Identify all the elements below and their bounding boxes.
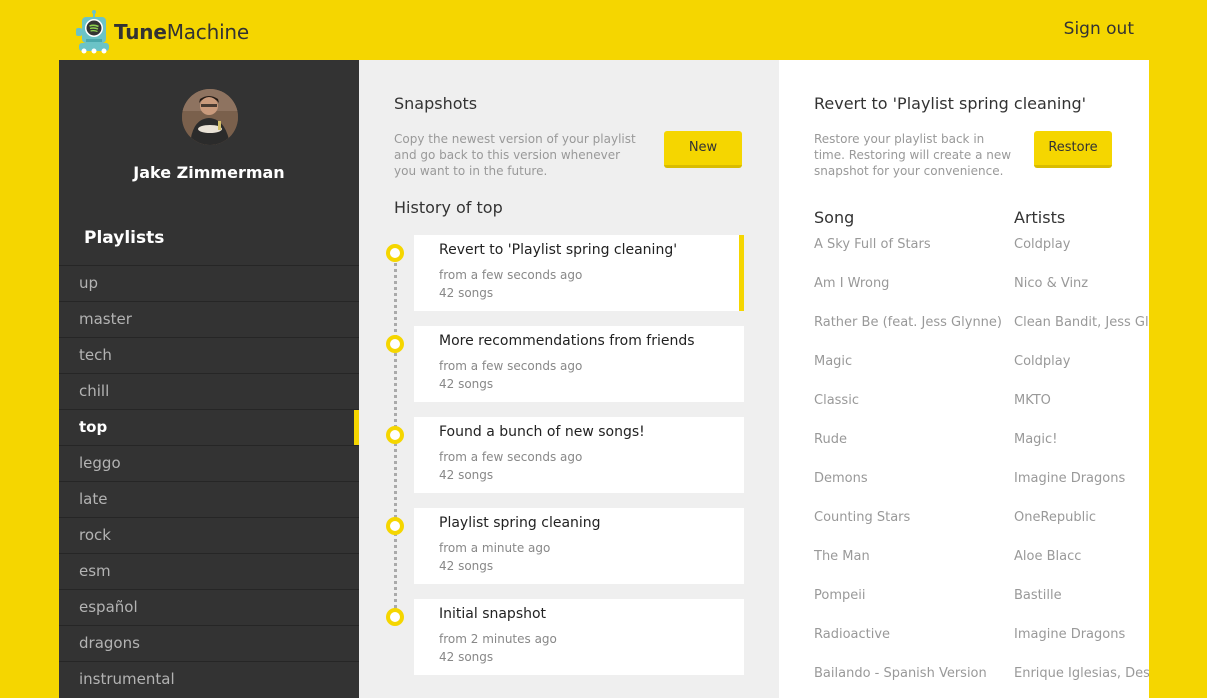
sidebar-item-esm[interactable]: esm	[59, 553, 359, 589]
snapshots-heading: Snapshots	[394, 94, 478, 113]
history-item: Playlist spring cleaning from a minute a…	[359, 508, 779, 584]
history-item: Revert to 'Playlist spring cleaning' fro…	[359, 235, 779, 311]
top-bar: TuneMachine Sign out	[0, 0, 1207, 60]
sidebar-item-late[interactable]: late	[59, 481, 359, 517]
revert-description: Restore your playlist back in time. Rest…	[814, 132, 1012, 178]
track-song: Bailando - Spanish Version	[814, 666, 987, 681]
timeline-dot-icon	[386, 608, 404, 626]
snapshot-card[interactable]: Playlist spring cleaning from a minute a…	[414, 508, 744, 584]
history-heading: History of top	[394, 198, 503, 217]
snapshot-time: from a few seconds ago	[439, 268, 583, 282]
track-song: Rather Be (feat. Jess Glynne)	[814, 315, 1002, 330]
snapshot-title: Initial snapshot	[439, 606, 547, 622]
snapshot-title: Playlist spring cleaning	[439, 515, 601, 531]
snapshot-time: from a few seconds ago	[439, 450, 583, 464]
timeline-dot-icon	[386, 517, 404, 535]
track-song: A Sky Full of Stars	[814, 237, 931, 252]
track-artist: Enrique Iglesias, Descemer Bueno	[1014, 666, 1149, 681]
snapshots-panel: Snapshots Copy the newest version of you…	[359, 60, 779, 698]
robot-logo-icon	[76, 10, 109, 54]
track-song: Demons	[814, 471, 868, 486]
snapshot-title: Revert to 'Playlist spring cleaning'	[439, 242, 678, 258]
track-song: Radioactive	[814, 627, 891, 642]
track-artist: Bastille	[1014, 588, 1062, 603]
snapshot-card[interactable]: Found a bunch of new songs! from a few s…	[414, 417, 744, 493]
history-item: Found a bunch of new songs! from a few s…	[359, 417, 779, 493]
track-artist: Clean Bandit, Jess Glynne	[1014, 315, 1149, 330]
playlists-heading: Playlists	[84, 228, 165, 248]
snapshot-song-count: 42 songs	[439, 559, 494, 573]
snapshot-title: Found a bunch of new songs!	[439, 424, 645, 440]
sidebar-item-rock[interactable]: rock	[59, 517, 359, 553]
restore-button[interactable]: Restore	[1034, 131, 1112, 168]
timeline-dot-icon	[386, 244, 404, 262]
sidebar-item-master[interactable]: master	[59, 301, 359, 337]
avatar	[182, 89, 238, 145]
track-song: The Man	[814, 549, 870, 564]
snapshot-card[interactable]: More recommendations from friends from a…	[414, 326, 744, 402]
track-artist: Imagine Dragons	[1014, 627, 1126, 642]
snapshot-time: from a few seconds ago	[439, 359, 583, 373]
snapshots-description: Copy the newest version of your playlist…	[394, 132, 636, 178]
sidebar: Jake Zimmerman Playlists up master tech …	[59, 60, 359, 698]
track-artist: OneRepublic	[1014, 510, 1097, 525]
track-artist: Coldplay	[1014, 354, 1071, 369]
track-song: Magic	[814, 354, 853, 369]
track-song: Classic	[814, 393, 859, 408]
timeline-dot-icon	[386, 335, 404, 353]
sidebar-item-leggo[interactable]: leggo	[59, 445, 359, 481]
app-name-rest: Machine	[166, 20, 250, 44]
track-artist: Coldplay	[1014, 237, 1071, 252]
snapshot-song-count: 42 songs	[439, 377, 494, 391]
snapshot-title: More recommendations from friends	[439, 333, 695, 349]
sidebar-item-dragons[interactable]: dragons	[59, 625, 359, 661]
sidebar-item-top[interactable]: top	[59, 409, 359, 445]
snapshot-card[interactable]: Revert to 'Playlist spring cleaning' fro…	[414, 235, 744, 311]
playlist-list: up master tech chill top leggo late rock…	[59, 265, 359, 697]
timeline-dot-icon	[386, 426, 404, 444]
snapshot-song-count: 42 songs	[439, 286, 494, 300]
snapshot-time: from 2 minutes ago	[439, 632, 557, 646]
sidebar-item-up[interactable]: up	[59, 265, 359, 301]
snapshot-song-count: 42 songs	[439, 650, 494, 664]
track-artist: Magic!	[1014, 432, 1058, 447]
track-artist: Nico & Vinz	[1014, 276, 1089, 291]
snapshot-card[interactable]: Initial snapshot from 2 minutes ago 42 s…	[414, 599, 744, 675]
song-column-header: Song	[814, 208, 855, 227]
sidebar-item-chill[interactable]: chill	[59, 373, 359, 409]
app-name-bold: Tune	[114, 20, 167, 44]
sidebar-item-espanol[interactable]: español	[59, 589, 359, 625]
sidebar-item-tech[interactable]: tech	[59, 337, 359, 373]
sidebar-item-instrumental[interactable]: instrumental	[59, 661, 359, 697]
new-snapshot-button[interactable]: New	[664, 131, 742, 168]
app-name: TuneMachine	[114, 20, 249, 44]
artist-column-header: Artists	[1014, 208, 1066, 227]
app-logo[interactable]: TuneMachine	[72, 10, 249, 54]
history-item: More recommendations from friends from a…	[359, 326, 779, 402]
track-song: Am I Wrong	[814, 276, 890, 291]
track-song: Counting Stars	[814, 510, 911, 525]
track-artist: MKTO	[1014, 393, 1051, 408]
track-artist: Imagine Dragons	[1014, 471, 1126, 486]
revert-panel: Revert to 'Playlist spring cleaning' Res…	[779, 60, 1149, 698]
user-name: Jake Zimmerman	[133, 163, 285, 182]
revert-heading: Revert to 'Playlist spring cleaning'	[814, 94, 1087, 113]
snapshot-song-count: 42 songs	[439, 468, 494, 482]
user-photo	[182, 89, 238, 145]
sign-out-link[interactable]: Sign out	[1064, 19, 1134, 39]
history-item: Initial snapshot from 2 minutes ago 42 s…	[359, 599, 779, 675]
snapshot-time: from a minute ago	[439, 541, 551, 555]
track-song: Rude	[814, 432, 847, 447]
track-song: Pompeii	[814, 588, 866, 603]
track-artist: Aloe Blacc	[1014, 549, 1082, 564]
